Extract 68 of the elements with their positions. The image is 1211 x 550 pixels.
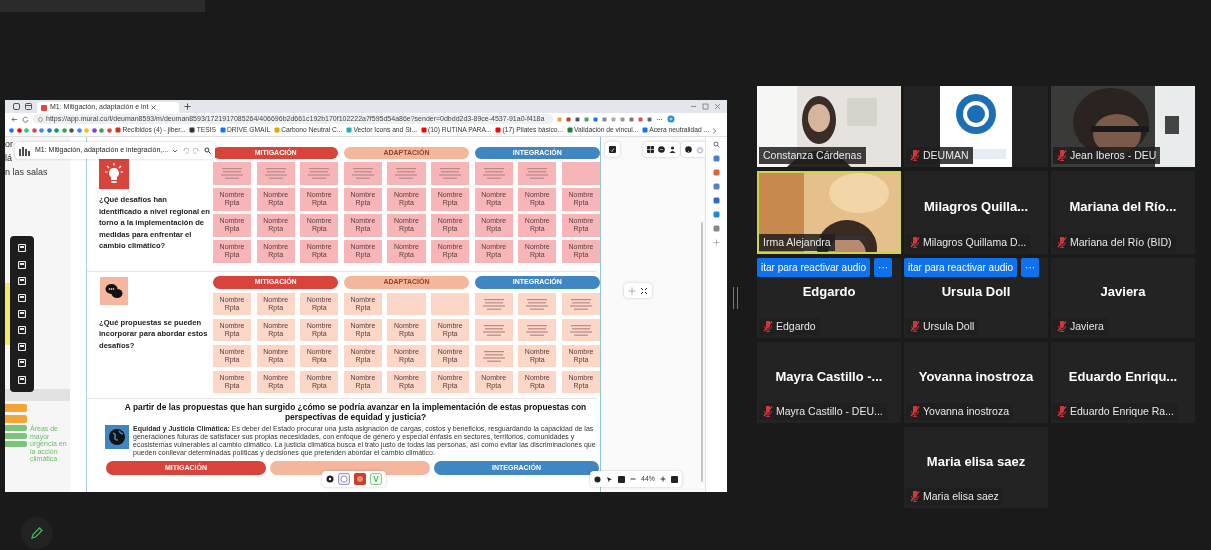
panel-text: lá [5, 152, 12, 165]
name-label: Maria elisa saez [906, 488, 1003, 505]
site-info-icon [38, 116, 43, 122]
sticky-note [5, 415, 27, 423]
sticky-note [5, 441, 27, 447]
sticky-note [5, 433, 27, 439]
name-label: Constanza Cárdenas [759, 147, 866, 164]
name-label: Yovanna inostroza [906, 403, 1013, 420]
new-tab-icon[interactable] [184, 103, 191, 110]
pencil-icon [30, 526, 44, 540]
splitter-handle[interactable] [733, 287, 738, 309]
chat-icon[interactable] [658, 146, 665, 153]
chevron-icon[interactable] [711, 127, 717, 134]
participant-name: Edgardo [802, 283, 856, 302]
copilot-icon[interactable] [667, 115, 675, 123]
zoom-out-icon[interactable] [630, 476, 636, 482]
more-button[interactable]: ··· [874, 258, 893, 277]
participant-name: Yovanna inostroza [918, 367, 1034, 386]
scrollbar[interactable] [701, 222, 703, 482]
name-label: Milagros Quillama D... [906, 234, 1031, 251]
search-icon[interactable] [713, 141, 720, 148]
minimize-icon[interactable] [690, 103, 697, 110]
maximize-icon[interactable] [702, 103, 709, 110]
name-label: Jean Iberos - DEU [1053, 147, 1161, 164]
name-label: Irma Alejandra [759, 234, 835, 251]
name-label: Javiera [1053, 318, 1108, 335]
chat-icon [100, 276, 128, 305]
panel-text: or [5, 138, 13, 151]
mural-logo-icon [41, 104, 47, 111]
search-icon[interactable] [204, 147, 212, 154]
more-button[interactable]: ··· [1021, 258, 1040, 277]
panel-bar [5, 389, 70, 401]
sidebar-icon[interactable] [13, 103, 20, 110]
participant-name: Maria elisa saez [926, 452, 1026, 471]
name-label: Mayra Castillo - DEU... [759, 403, 887, 420]
name-label: Edgardo [759, 318, 820, 335]
participant-name: Javiera [1100, 283, 1146, 302]
unmute-button[interactable]: itar para reactivar audio [757, 258, 871, 277]
back-icon[interactable] [11, 115, 18, 123]
panel-text: n las salas [5, 166, 48, 179]
sticky-note [5, 404, 27, 412]
collapse-icon[interactable] [640, 286, 648, 295]
mural-logo-icon [19, 145, 31, 156]
name-label: Mariana del Río (BID) [1053, 234, 1176, 251]
unmute-button[interactable]: itar para reactivar audio [904, 258, 1018, 277]
grid-icon[interactable] [647, 146, 654, 153]
avatar-icon[interactable] [338, 473, 350, 485]
participant-name: Milagros Quilla... [924, 197, 1028, 216]
close-icon[interactable] [151, 105, 157, 110]
participant-name: Mariana del Río... [1069, 197, 1177, 216]
name-label: DEUMAN [906, 147, 973, 164]
pointer-icon[interactable] [606, 475, 613, 483]
section-heading: A partir de las propuestas que han surgido ¿cómo se podría avanzar en la implementación de estas propuestas con perspectivas de equidad y justicia? [123, 402, 588, 422]
tabs-icon[interactable] [25, 103, 32, 110]
participant-name: Mayra Castillo -... [775, 367, 883, 386]
globe-icon [105, 425, 129, 449]
name-label: Eduardo Enrique Ra... [1053, 403, 1178, 420]
person-icon[interactable] [669, 146, 676, 153]
participant-name: Ursula Doll [941, 283, 1011, 302]
sticky-note [5, 425, 27, 431]
participant-name: Eduardo Enriqu... [1068, 367, 1178, 386]
avatar-icon[interactable] [370, 473, 382, 485]
name-label: Ursula Doll [906, 318, 979, 335]
avatar-icon[interactable] [354, 473, 366, 485]
refresh-icon[interactable] [22, 115, 29, 123]
zoom-in-icon[interactable] [660, 476, 666, 482]
annotate-button[interactable] [21, 517, 53, 549]
caret-icon[interactable] [172, 147, 179, 154]
